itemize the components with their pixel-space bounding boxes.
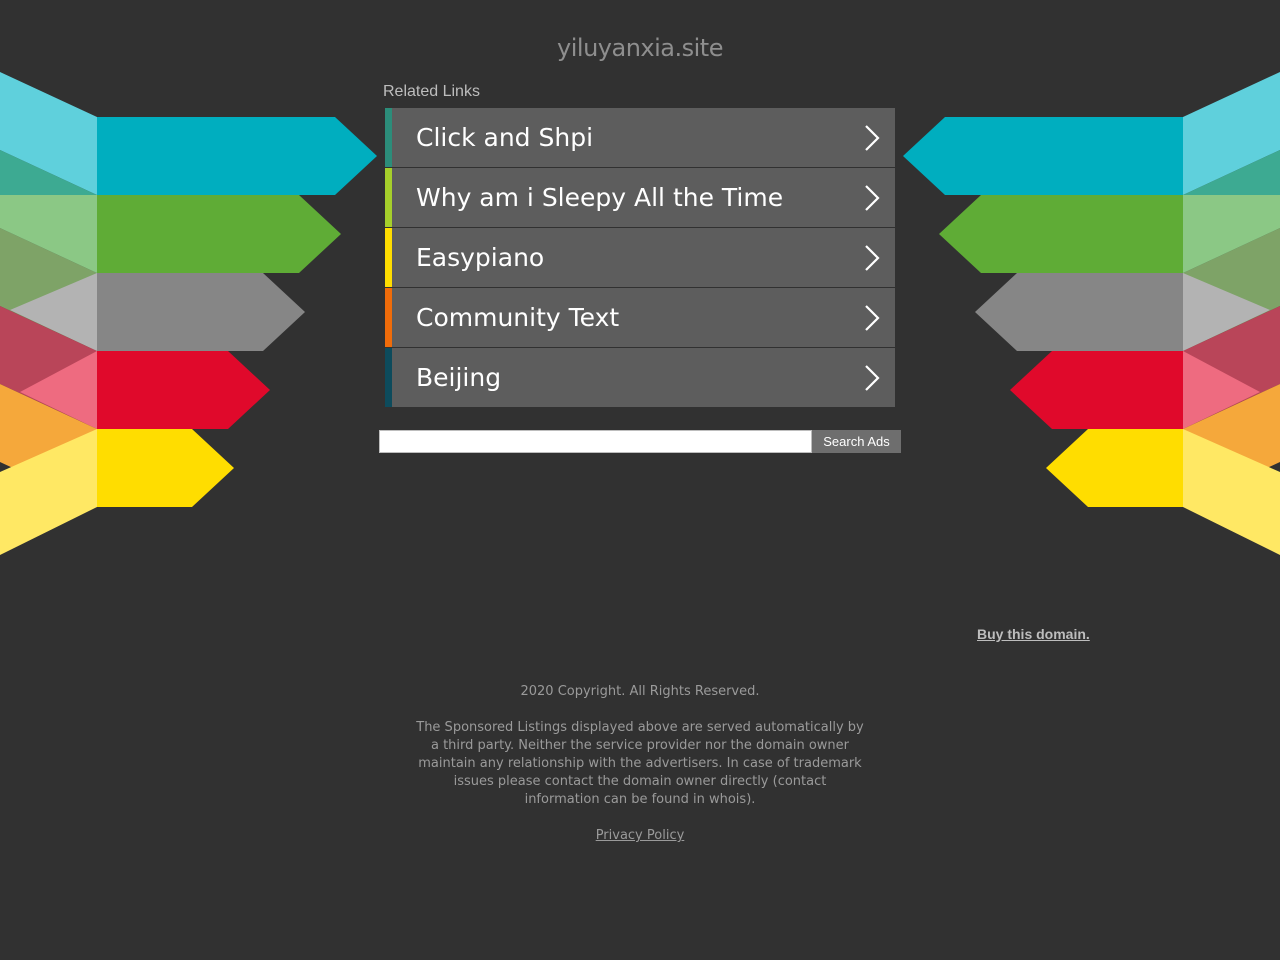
search-input[interactable] xyxy=(379,430,812,453)
related-link-4[interactable]: Community Text xyxy=(385,288,895,347)
buy-domain-link[interactable]: Buy this domain. xyxy=(977,626,1090,642)
right-stripe-3 xyxy=(975,273,1183,351)
related-link-2[interactable]: Why am i Sleepy All the Time xyxy=(385,168,895,227)
chevron-right-icon xyxy=(865,245,880,271)
chevron-right-icon xyxy=(865,365,880,391)
related-link-label: Beijing xyxy=(416,363,502,392)
right-stripe-2 xyxy=(939,195,1183,273)
related-link-label: Click and Shpi xyxy=(416,123,594,152)
related-link-1[interactable]: Click and Shpi xyxy=(385,108,895,167)
related-link-label: Community Text xyxy=(416,303,620,332)
right-stripe-5 xyxy=(1046,429,1183,507)
right-stripe-4 xyxy=(1010,351,1183,429)
related-links-heading: Related Links xyxy=(383,83,480,100)
related-link-5[interactable]: Beijing xyxy=(385,348,895,407)
chevron-right-icon xyxy=(865,305,880,331)
left-stripe-2 xyxy=(97,195,341,273)
related-link-label: Why am i Sleepy All the Time xyxy=(416,183,784,212)
search-ads-button[interactable]: Search Ads xyxy=(812,430,901,453)
disclaimer-text: The Sponsored Listings displayed above a… xyxy=(416,720,864,807)
copyright-text: 2020 Copyright. All Rights Reserved. xyxy=(520,684,760,699)
privacy-policy-link[interactable]: Privacy Policy xyxy=(596,827,685,845)
footer: 2020 Copyright. All Rights Reserved. The… xyxy=(415,683,865,845)
related-link-label: Easypiano xyxy=(416,243,545,272)
search-bar: Search Ads xyxy=(379,430,901,453)
left-stripe-3 xyxy=(97,273,305,351)
site-domain-title: yiluyanxia.site xyxy=(557,34,723,62)
right-stripe-1 xyxy=(903,117,1183,195)
left-stripe-1 xyxy=(97,117,377,195)
chevron-right-icon xyxy=(865,125,880,151)
left-stripe-4 xyxy=(97,351,270,429)
chevron-right-icon xyxy=(865,185,880,211)
related-link-3[interactable]: Easypiano xyxy=(385,228,895,287)
left-stripe-5 xyxy=(97,429,234,507)
related-links-list: Click and Shpi Why am i Sleepy All the T… xyxy=(385,108,895,408)
